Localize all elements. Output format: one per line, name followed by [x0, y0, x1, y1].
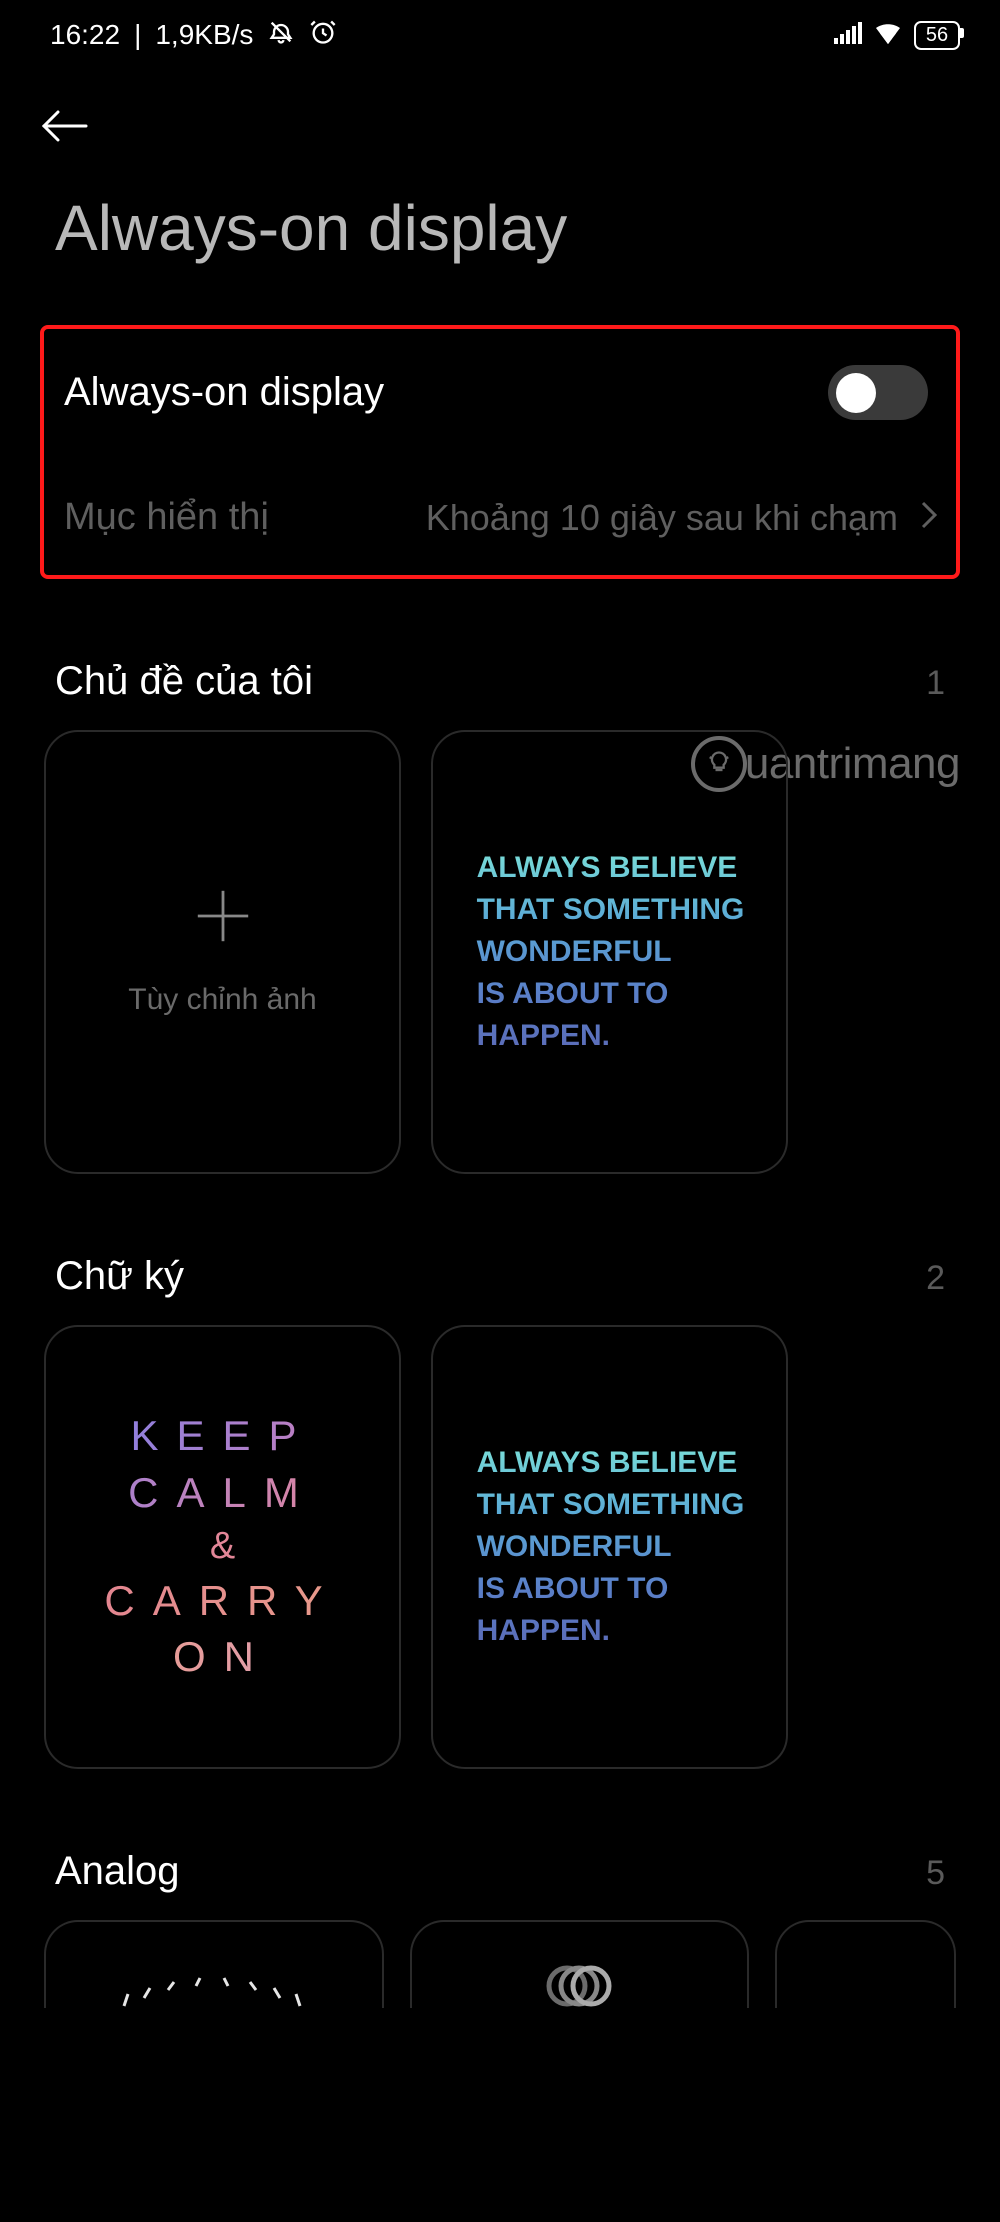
aod-toggle-label: Always-on display	[64, 370, 384, 415]
display-items-label: Mục hiển thị	[64, 496, 269, 539]
analog-cards	[0, 1920, 1000, 2008]
analog-title: Analog	[55, 1849, 180, 1894]
mythemes-header: Chủ đề của tôi 1	[0, 579, 1000, 730]
mythemes-count: 1	[926, 664, 945, 703]
custom-image-card[interactable]: Tùy chỉnh ảnh	[44, 730, 401, 1174]
quote-text: ALWAYS BELIEVE THAT SOMETHING WONDERFUL …	[449, 847, 771, 1057]
battery-level: 56	[926, 24, 948, 46]
analog-count: 5	[926, 1854, 945, 1893]
keepcalm-line: &	[104, 1521, 340, 1572]
status-bar: 16:22 | 1,9KB/s	[0, 0, 1000, 70]
battery-icon: 56	[914, 21, 960, 50]
chevron-right-icon	[920, 500, 938, 535]
analog-card-1[interactable]	[44, 1920, 384, 2008]
status-right: 56	[834, 19, 960, 51]
back-icon[interactable]	[40, 133, 90, 150]
signature-cards: KEEP CALM & CARRY ON ALWAYS BELIEVE THAT…	[0, 1325, 1000, 1769]
aod-toggle-row[interactable]: Always-on display	[62, 365, 938, 496]
analog-header: Analog 5	[0, 1769, 1000, 1920]
status-time: 16:22	[50, 19, 120, 51]
analog-card-3[interactable]	[775, 1920, 956, 2008]
quote-text: ALWAYS BELIEVE THAT SOMETHING WONDERFUL …	[449, 1442, 771, 1652]
status-separator: |	[134, 19, 141, 51]
display-items-value: Khoảng 10 giây sau khi chạm	[291, 497, 898, 539]
alarm-icon	[309, 18, 337, 53]
dial-icon	[104, 1948, 324, 2008]
status-left: 16:22 | 1,9KB/s	[50, 18, 337, 53]
keepcalm-line: ON	[104, 1629, 340, 1686]
keepcalm-text: KEEP CALM & CARRY ON	[104, 1408, 340, 1686]
plus-icon	[195, 888, 251, 949]
display-items-row[interactable]: Mục hiển thị Khoảng 10 giây sau khi chạm	[62, 496, 938, 549]
signature-header: Chữ ký 2	[0, 1174, 1000, 1325]
custom-image-label: Tùy chỉnh ảnh	[128, 983, 316, 1017]
mythemes-cards: Tùy chỉnh ảnh ALWAYS BELIEVE THAT SOMETH…	[0, 730, 1000, 1174]
signature-title: Chữ ký	[55, 1254, 184, 1299]
highlighted-panel: Always-on display Mục hiển thị Khoảng 10…	[40, 325, 960, 579]
mythemes-title: Chủ đề của tôi	[55, 659, 313, 704]
theme-quote-card[interactable]: ALWAYS BELIEVE THAT SOMETHING WONDERFUL …	[431, 730, 788, 1174]
toggle-knob	[836, 373, 876, 413]
mute-icon	[267, 18, 295, 53]
signature-count: 2	[926, 1259, 945, 1298]
back-row	[0, 70, 1000, 181]
wifi-icon	[872, 19, 904, 51]
signal-icon	[834, 19, 862, 51]
rings-icon	[539, 1964, 619, 2008]
page-title: Always-on display	[0, 181, 1000, 325]
keepcalm-card[interactable]: KEEP CALM & CARRY ON	[44, 1325, 401, 1769]
aod-toggle[interactable]	[828, 365, 928, 420]
keepcalm-line: CALM	[104, 1465, 340, 1522]
keepcalm-line: KEEP	[104, 1408, 340, 1465]
status-speed: 1,9KB/s	[155, 19, 253, 51]
analog-card-2[interactable]	[410, 1920, 750, 2008]
signature-quote-card[interactable]: ALWAYS BELIEVE THAT SOMETHING WONDERFUL …	[431, 1325, 788, 1769]
keepcalm-line: CARRY	[104, 1573, 340, 1630]
